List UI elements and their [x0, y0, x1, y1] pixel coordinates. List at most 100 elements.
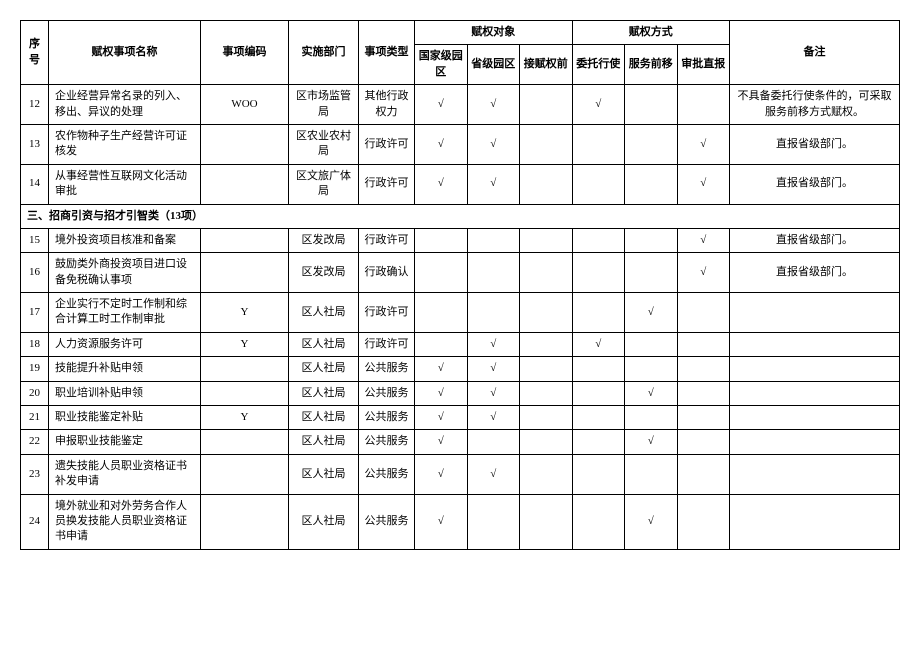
cell-dept: 区人社局 — [289, 357, 359, 381]
cell-type: 行政许可 — [359, 228, 415, 252]
table-row: 21职业技能鉴定补贴Y区人社局公共服务√√ — [21, 406, 900, 430]
cell-note: 直报省级部门。 — [730, 253, 900, 293]
table-row: 14从事经营性互联网文化活动审批区文旅广体局行政许可√√√直报省级部门。 — [21, 164, 900, 204]
header-m1: 委托行使 — [572, 45, 625, 85]
cell-m1 — [572, 124, 625, 164]
cell-obj2 — [467, 293, 520, 333]
cell-obj3 — [520, 357, 573, 381]
cell-seq: 16 — [21, 253, 49, 293]
cell-obj1: √ — [415, 430, 468, 454]
header-obj2: 省级园区 — [467, 45, 520, 85]
cell-note — [730, 293, 900, 333]
authority-table: 序号 赋权事项名称 事项编码 实施部门 事项类型 赋权对象 赋权方式 备注 国家… — [20, 20, 900, 550]
cell-obj2: √ — [467, 164, 520, 204]
cell-m1 — [572, 357, 625, 381]
cell-obj1: √ — [415, 406, 468, 430]
cell-m2: √ — [625, 430, 678, 454]
cell-obj1: √ — [415, 85, 468, 125]
header-type: 事项类型 — [359, 21, 415, 85]
table-row: 12企业经营异常名录的列入、移出、异议的处理WOO区市场监管局其他行政权力√√√… — [21, 85, 900, 125]
cell-m2 — [625, 454, 678, 494]
header-dept: 实施部门 — [289, 21, 359, 85]
cell-m3 — [677, 454, 730, 494]
cell-name: 境外投资项目核准和备案 — [49, 228, 201, 252]
header-method-group: 赋权方式 — [572, 21, 730, 45]
cell-type: 行政许可 — [359, 124, 415, 164]
cell-note — [730, 332, 900, 356]
cell-m3 — [677, 357, 730, 381]
cell-note — [730, 430, 900, 454]
table-row: 16鼓励类外商投资项目进口设备免税确认事项区发改局行政确认√直报省级部门。 — [21, 253, 900, 293]
cell-m1 — [572, 253, 625, 293]
cell-seq: 18 — [21, 332, 49, 356]
cell-obj2 — [467, 430, 520, 454]
cell-dept: 区市场监管局 — [289, 85, 359, 125]
cell-note — [730, 357, 900, 381]
cell-m1: √ — [572, 332, 625, 356]
cell-seq: 15 — [21, 228, 49, 252]
cell-obj2 — [467, 228, 520, 252]
header-note: 备注 — [730, 21, 900, 85]
cell-m2 — [625, 357, 678, 381]
cell-dept: 区发改局 — [289, 253, 359, 293]
cell-m1 — [572, 381, 625, 405]
cell-name: 农作物种子生产经营许可证核发 — [49, 124, 201, 164]
cell-name: 企业实行不定时工作制和综合计算工时工作制审批 — [49, 293, 201, 333]
cell-name: 企业经营异常名录的列入、移出、异议的处理 — [49, 85, 201, 125]
cell-obj3 — [520, 381, 573, 405]
header-name: 赋权事项名称 — [49, 21, 201, 85]
cell-code — [201, 430, 289, 454]
cell-type: 公共服务 — [359, 494, 415, 549]
cell-obj3 — [520, 332, 573, 356]
cell-m1 — [572, 164, 625, 204]
cell-obj1: √ — [415, 357, 468, 381]
cell-obj2: √ — [467, 381, 520, 405]
cell-obj2: √ — [467, 357, 520, 381]
cell-dept: 区人社局 — [289, 454, 359, 494]
cell-type: 行政许可 — [359, 164, 415, 204]
cell-obj3 — [520, 454, 573, 494]
cell-dept: 区人社局 — [289, 293, 359, 333]
cell-type: 其他行政权力 — [359, 85, 415, 125]
cell-code: Y — [201, 293, 289, 333]
cell-seq: 21 — [21, 406, 49, 430]
cell-dept: 区农业农村局 — [289, 124, 359, 164]
table-row: 13农作物种子生产经营许可证核发区农业农村局行政许可√√√直报省级部门。 — [21, 124, 900, 164]
cell-name: 遗失技能人员职业资格证书补发申请 — [49, 454, 201, 494]
cell-seq: 24 — [21, 494, 49, 549]
cell-name: 职业技能鉴定补贴 — [49, 406, 201, 430]
cell-code: Y — [201, 406, 289, 430]
cell-seq: 19 — [21, 357, 49, 381]
cell-dept: 区人社局 — [289, 430, 359, 454]
cell-obj2: √ — [467, 454, 520, 494]
cell-m3: √ — [677, 228, 730, 252]
cell-m3: √ — [677, 164, 730, 204]
cell-seq: 20 — [21, 381, 49, 405]
cell-seq: 22 — [21, 430, 49, 454]
cell-obj3 — [520, 494, 573, 549]
table-row: 15境外投资项目核准和备案区发改局行政许可√直报省级部门。 — [21, 228, 900, 252]
cell-dept: 区人社局 — [289, 332, 359, 356]
cell-name: 技能提升补贴申领 — [49, 357, 201, 381]
cell-m1 — [572, 293, 625, 333]
table-row: 22申报职业技能鉴定区人社局公共服务√√ — [21, 430, 900, 454]
cell-code — [201, 164, 289, 204]
cell-m1 — [572, 430, 625, 454]
cell-code — [201, 494, 289, 549]
cell-obj2: √ — [467, 406, 520, 430]
cell-obj2: √ — [467, 85, 520, 125]
cell-obj3 — [520, 164, 573, 204]
table-row: 23遗失技能人员职业资格证书补发申请区人社局公共服务√√ — [21, 454, 900, 494]
cell-dept: 区人社局 — [289, 406, 359, 430]
cell-type: 公共服务 — [359, 357, 415, 381]
cell-name: 从事经营性互联网文化活动审批 — [49, 164, 201, 204]
cell-dept: 区人社局 — [289, 381, 359, 405]
table-row: 18人力资源服务许可Y区人社局行政许可√√ — [21, 332, 900, 356]
cell-obj2 — [467, 253, 520, 293]
cell-obj1 — [415, 228, 468, 252]
cell-type: 公共服务 — [359, 406, 415, 430]
section-header: 三、招商引资与招才引智类（13项） — [21, 204, 900, 228]
cell-note — [730, 381, 900, 405]
cell-seq: 14 — [21, 164, 49, 204]
cell-m3 — [677, 381, 730, 405]
